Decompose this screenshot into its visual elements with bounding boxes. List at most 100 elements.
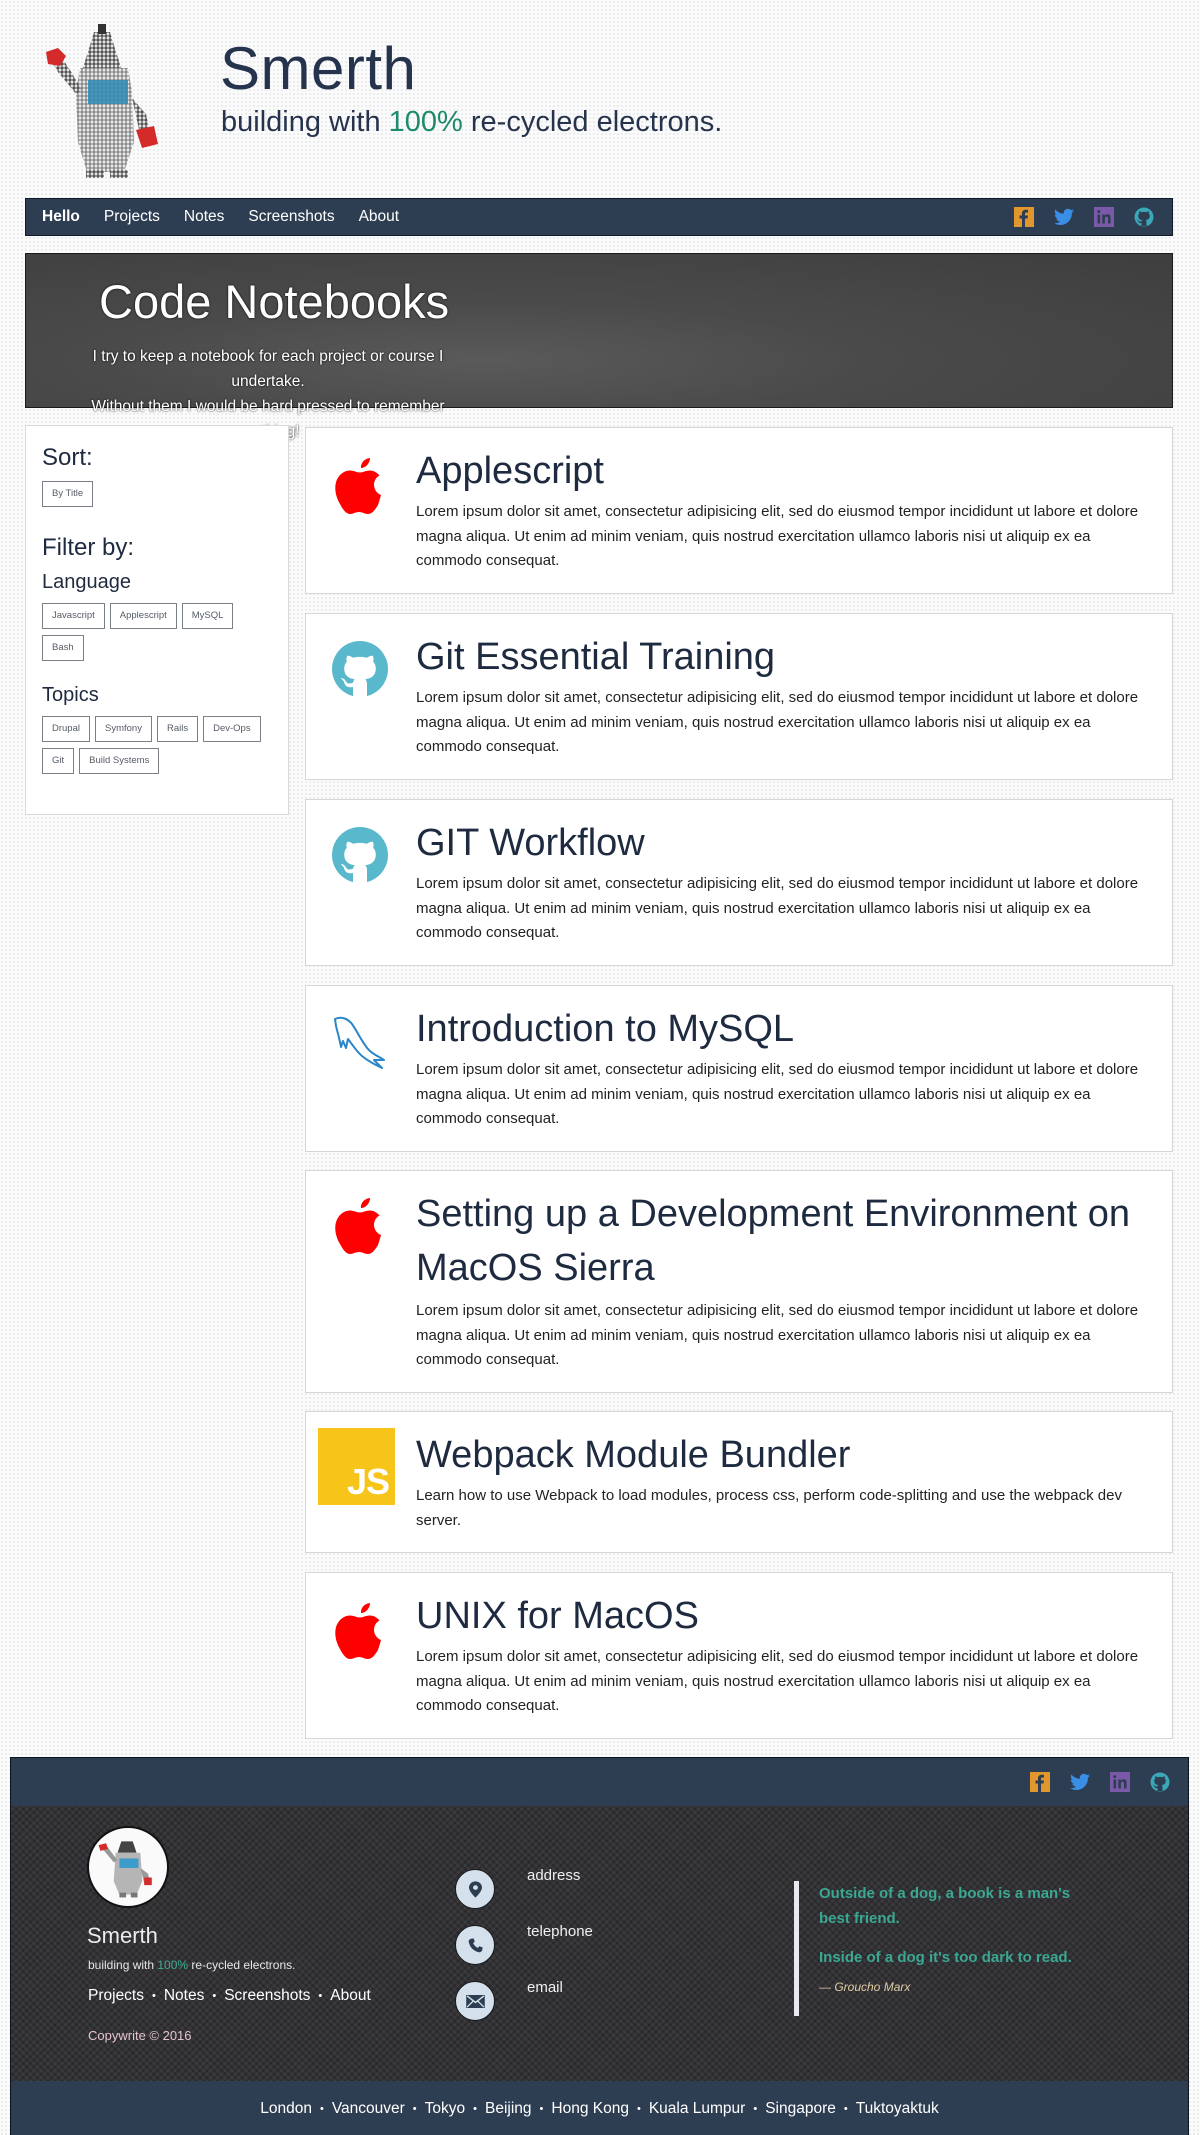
separator-dot: •: [753, 2102, 758, 2115]
github-icon: [332, 827, 388, 883]
facebook-icon[interactable]: [1014, 207, 1034, 227]
city-london[interactable]: London: [260, 2100, 312, 2118]
filter-dev-ops-button[interactable]: Dev-Ops: [203, 716, 261, 742]
linkedin-icon[interactable]: [1094, 207, 1114, 227]
filter-mysql-button[interactable]: MySQL: [181, 603, 234, 629]
separator-dot: •: [212, 1990, 217, 2002]
site-title: Smerth: [220, 35, 417, 102]
notebook-card[interactable]: Git Essential Training Lorem ipsum dolor…: [305, 613, 1173, 780]
filter-applescript-button[interactable]: Applescript: [109, 603, 177, 629]
contact-telephone[interactable]: telephone: [455, 1923, 593, 1965]
quote-line-2: Inside of a dog it's too dark to read.: [819, 1949, 1072, 1966]
card-description: Lorem ipsum dolor sit amet, consectetur …: [416, 689, 1139, 755]
city-tuktoyaktuk[interactable]: Tuktoyaktuk: [856, 2100, 939, 2118]
city-hong-kong[interactable]: Hong Kong: [551, 2100, 629, 2118]
card-description: Lorem ipsum dolor sit amet, consectetur …: [416, 875, 1139, 941]
language-heading: Language: [42, 571, 131, 593]
filter-symfony-button[interactable]: Symfony: [95, 716, 152, 742]
city-tokyo[interactable]: Tokyo: [425, 2100, 466, 2118]
js-label: JS: [346, 1461, 390, 1502]
separator-dot: •: [473, 2102, 478, 2115]
city-singapore[interactable]: Singapore: [765, 2100, 836, 2118]
city-list: London • Vancouver • Tokyo • Beijing • H…: [260, 2100, 938, 2118]
filter-git-button[interactable]: Git: [42, 748, 75, 774]
apple-icon: [335, 458, 381, 514]
nav-item-about[interactable]: About: [359, 208, 400, 226]
phone-icon: [455, 1925, 495, 1965]
notebook-card[interactable]: Introduction to MySQL Lorem ipsum dolor …: [305, 985, 1173, 1152]
pixel-robot-logo-icon[interactable]: [32, 22, 177, 180]
language-filters: Javascript Applescript MySQL Bash: [42, 603, 272, 661]
filter-rails-button[interactable]: Rails: [156, 716, 199, 742]
notebook-card[interactable]: GIT Workflow Lorem ipsum dolor sit amet,…: [305, 799, 1173, 966]
apple-icon: [335, 1198, 381, 1254]
github-icon: [332, 641, 388, 697]
nav-item-notes[interactable]: Notes: [184, 208, 225, 226]
separator-dot: •: [412, 2102, 417, 2115]
banner-line-1: I try to keep a notebook for each projec…: [92, 348, 444, 390]
card-title[interactable]: Git Essential Training: [416, 630, 1160, 684]
twitter-icon[interactable]: [1054, 207, 1074, 227]
filter-build-systems-button[interactable]: Build Systems: [79, 748, 160, 774]
filter-bash-button[interactable]: Bash: [42, 635, 84, 661]
notebook-card[interactable]: JS Webpack Module Bundler Learn how to u…: [305, 1411, 1173, 1553]
code-notebooks-banner: Code Notebooks I try to keep a notebook …: [25, 253, 1173, 440]
card-description: Learn how to use Webpack to load modules…: [416, 1487, 1122, 1529]
github-icon[interactable]: [1150, 1772, 1170, 1792]
card-description: Lorem ipsum dolor sit amet, consectetur …: [416, 1302, 1139, 1368]
quote-line-1: Outside of a dog, a book is a man's best…: [819, 1885, 1071, 1927]
sort-by-title-button[interactable]: By Title: [42, 481, 94, 507]
github-icon[interactable]: [1134, 207, 1154, 227]
topics-heading: Topics: [42, 684, 99, 706]
avatar: [87, 1826, 169, 1908]
contact-label: telephone: [527, 1923, 593, 1940]
footer-site-name: Smerth: [87, 1923, 158, 1948]
nav-item-hello[interactable]: Hello: [42, 208, 80, 226]
footer-link-notes[interactable]: Notes: [164, 1987, 205, 2005]
filter-heading: Filter by:: [42, 534, 135, 561]
contact-address[interactable]: address: [455, 1867, 580, 1909]
card-title[interactable]: Introduction to MySQL: [416, 1002, 1160, 1056]
contact-email[interactable]: email: [455, 1979, 563, 2021]
nav-social-links: [1014, 207, 1154, 227]
footer-tagline: building with 100% re-cycled electrons.: [88, 1958, 295, 1972]
notebook-card[interactable]: Applescript Lorem ipsum dolor sit amet, …: [305, 427, 1173, 594]
main-navbar: Hello Projects Notes Screenshots About: [25, 198, 1173, 236]
footer-link-projects[interactable]: Projects: [88, 1987, 144, 2005]
tagline-text: building with: [221, 106, 389, 138]
tagline-text: re-cycled electrons.: [462, 106, 723, 138]
tagline-text: building with: [88, 1958, 158, 1972]
notebook-card[interactable]: Setting up a Development Environment on …: [305, 1170, 1173, 1393]
sort-heading: Sort:: [42, 444, 93, 471]
card-title[interactable]: GIT Workflow: [416, 816, 1160, 870]
card-description: Lorem ipsum dolor sit amet, consectetur …: [416, 1061, 1139, 1127]
footer-link-screenshots[interactable]: Screenshots: [224, 1987, 310, 2005]
nav-item-screenshots[interactable]: Screenshots: [248, 208, 334, 226]
contact-label: email: [527, 1979, 563, 1996]
card-title[interactable]: UNIX for MacOS: [416, 1589, 1160, 1643]
filter-javascript-button[interactable]: Javascript: [42, 603, 105, 629]
city-beijing[interactable]: Beijing: [485, 2100, 532, 2118]
nav-item-projects[interactable]: Projects: [104, 208, 160, 226]
quote-citation: — Groucho Marx: [819, 1980, 911, 1994]
card-title[interactable]: Webpack Module Bundler: [416, 1428, 1160, 1482]
facebook-icon[interactable]: [1030, 1772, 1050, 1792]
city-kuala-lumpur[interactable]: Kuala Lumpur: [649, 2100, 746, 2118]
card-description: Lorem ipsum dolor sit amet, consectetur …: [416, 503, 1139, 569]
card-title[interactable]: Applescript: [416, 444, 1160, 498]
twitter-icon[interactable]: [1070, 1772, 1090, 1792]
footer-quote: Outside of a dog, a book is a man's best…: [794, 1881, 1094, 2016]
filter-drupal-button[interactable]: Drupal: [42, 716, 90, 742]
copyright: Copywrite © 2016: [88, 2028, 192, 2043]
linkedin-icon[interactable]: [1110, 1772, 1130, 1792]
footer-link-about[interactable]: About: [330, 1987, 371, 2005]
footer-social-bar: [11, 1758, 1188, 1806]
separator-dot: •: [319, 2102, 324, 2115]
footer-nav: Projects • Notes • Screenshots • About: [88, 1987, 371, 2005]
city-vancouver[interactable]: Vancouver: [332, 2100, 405, 2118]
separator-dot: •: [152, 1990, 156, 2002]
notebook-card[interactable]: UNIX for MacOS Lorem ipsum dolor sit ame…: [305, 1572, 1173, 1739]
tagline-text: re-cycled electrons.: [188, 1958, 296, 1972]
card-title[interactable]: Setting up a Development Environment on …: [416, 1187, 1160, 1295]
sort-options: By Title: [42, 481, 272, 507]
